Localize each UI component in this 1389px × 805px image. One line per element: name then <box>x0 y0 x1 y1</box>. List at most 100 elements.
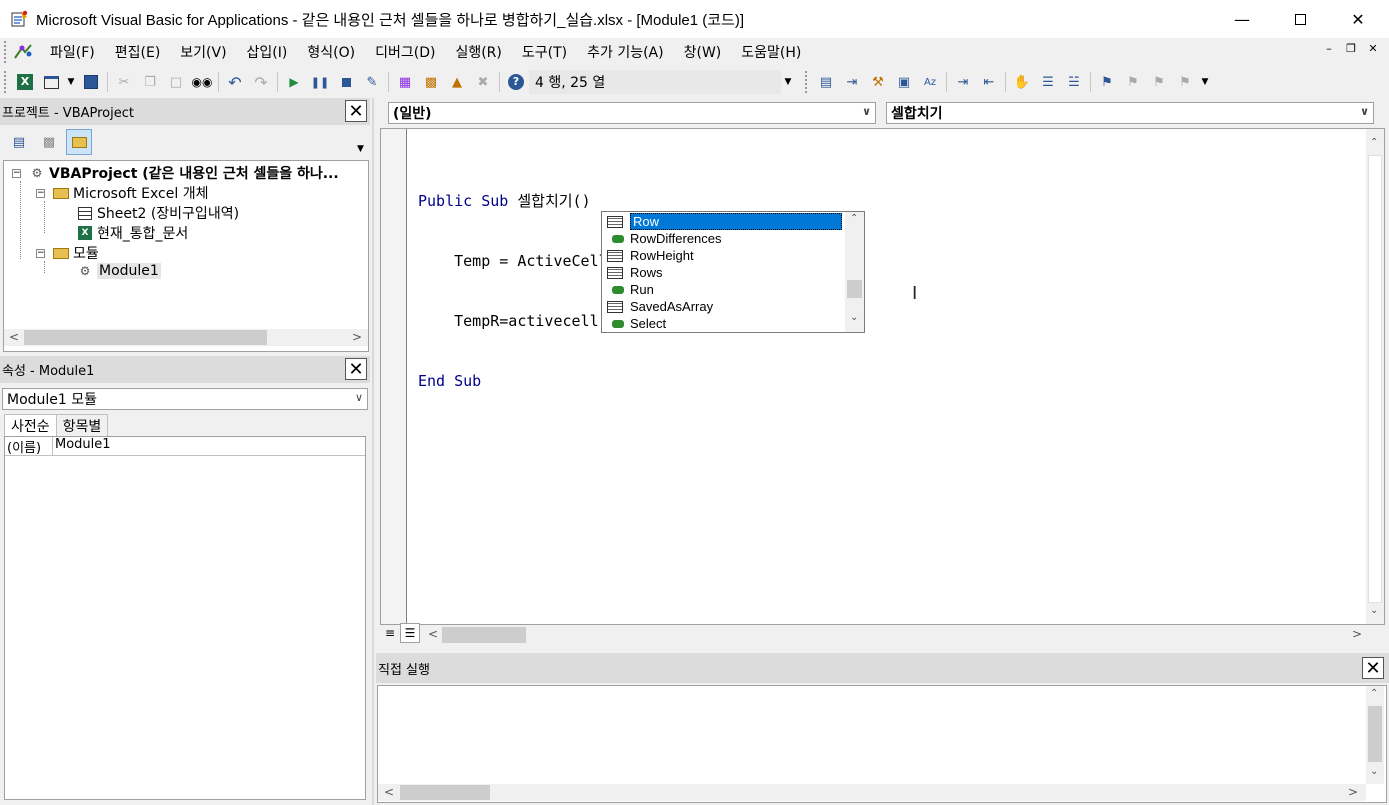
properties-row[interactable]: (이름) Module1 <box>5 437 365 456</box>
scroll-up-icon[interactable]: ⌃ <box>850 213 858 224</box>
menu-addins[interactable]: 추가 기능(A) <box>577 42 673 62</box>
maximize-button[interactable] <box>1271 0 1329 38</box>
scrollbar-track[interactable] <box>1368 155 1382 603</box>
complete-word-button[interactable]: Aᴢ <box>917 69 943 95</box>
toolbox-button[interactable]: ✖ <box>470 69 496 95</box>
autocomplete-item[interactable]: Rows <box>604 264 844 281</box>
help-button[interactable]: ? <box>503 69 529 95</box>
immediate-vscrollbar[interactable]: ⌃ ⌄ <box>1366 686 1384 784</box>
insert-dropdown-button[interactable]: ▼ <box>64 69 78 95</box>
run-button[interactable]: ▶ <box>281 69 307 95</box>
menu-edit[interactable]: 편집(E) <box>105 42 171 62</box>
project-explorer-button[interactable]: ▦ <box>392 69 418 95</box>
object-browser-button[interactable]: ▲ <box>444 69 470 95</box>
immediate-hscrollbar[interactable]: < > <box>378 784 1366 801</box>
autocomplete-list[interactable]: Row RowDifferences RowHeight Rows Run Sa… <box>601 211 865 333</box>
object-combo[interactable]: (일반) ∨ <box>388 102 876 124</box>
clear-bookmarks-button[interactable]: ⚑ <box>1172 69 1198 95</box>
scroll-down-icon[interactable]: ⌄ <box>1370 766 1378 777</box>
break-button[interactable]: ❚❚ <box>307 69 333 95</box>
insert-userform-button[interactable] <box>38 69 64 95</box>
project-tree-hscrollbar[interactable]: < > <box>4 329 368 346</box>
mdi-restore-button[interactable]: ❐ <box>1340 42 1362 55</box>
toggle-bookmark-button[interactable]: ⚑ <box>1094 69 1120 95</box>
menubar-grip[interactable] <box>4 41 8 63</box>
autocomplete-item[interactable]: SavedAsArray <box>604 298 844 315</box>
scrollbar-thumb[interactable] <box>1368 706 1382 762</box>
properties-pane-close-button[interactable]: ✕ <box>345 358 367 380</box>
menu-file[interactable]: 파일(F) <box>40 42 105 62</box>
autocomplete-item[interactable]: Row <box>604 213 844 230</box>
scroll-down-icon[interactable]: ⌄ <box>850 312 858 323</box>
tree-collapse-icon[interactable]: − <box>36 249 45 258</box>
toolbar-grip[interactable] <box>4 71 8 93</box>
tree-collapse-icon[interactable]: − <box>36 189 45 198</box>
properties-object-select[interactable]: Module1 모듈 ∨ <box>2 388 368 410</box>
scrollbar-thumb[interactable] <box>847 280 862 298</box>
edit-toolbar-overflow-button[interactable]: ▼ <box>1198 69 1212 95</box>
menu-view[interactable]: 보기(V) <box>170 42 236 62</box>
margin-indicator-bar[interactable] <box>381 129 407 624</box>
quick-info-button[interactable]: ⚒ <box>865 69 891 95</box>
cut-button[interactable]: ✂ <box>111 69 137 95</box>
menu-insert[interactable]: 삽입(I) <box>237 42 298 62</box>
toggle-folders-button[interactable] <box>66 129 92 155</box>
autocomplete-scrollbar[interactable]: ⌃ ⌄ <box>845 212 864 332</box>
comment-block-button[interactable]: ☰ <box>1035 69 1061 95</box>
view-excel-button[interactable]: X <box>12 69 38 95</box>
paste-button[interactable]: □ <box>163 69 189 95</box>
scroll-left-icon[interactable]: < <box>9 330 19 344</box>
tree-node-excel-objects[interactable]: Microsoft Excel 개체 <box>52 183 208 203</box>
immediate-pane-close-button[interactable]: ✕ <box>1362 657 1384 679</box>
autocomplete-item[interactable]: Run <box>604 281 844 298</box>
immediate-input[interactable]: ⌃ ⌄ < > <box>377 685 1387 803</box>
tree-node-sheet2[interactable]: Sheet2 (장비구입내역) <box>76 203 239 223</box>
scroll-left-icon[interactable]: < <box>428 627 438 641</box>
autocomplete-item[interactable]: RowHeight <box>604 247 844 264</box>
copy-button[interactable]: ❐ <box>137 69 163 95</box>
edit-toolbar-grip[interactable] <box>805 71 809 93</box>
scroll-left-icon[interactable]: < <box>384 785 394 799</box>
project-pane-close-button[interactable]: ✕ <box>345 100 367 122</box>
redo-button[interactable]: ↷ <box>248 69 274 95</box>
properties-window-button[interactable]: ▩ <box>418 69 444 95</box>
project-pane-scroll-down-icon[interactable]: ▼ <box>357 144 364 154</box>
toolbar-overflow-button[interactable]: ▼ <box>781 69 795 95</box>
undo-button[interactable]: ↶ <box>222 69 248 95</box>
find-button[interactable]: ◉◉ <box>189 69 215 95</box>
scroll-right-icon[interactable]: > <box>1352 627 1362 641</box>
indent-button[interactable]: ⇥ <box>950 69 976 95</box>
menu-window[interactable]: 창(W) <box>674 42 732 62</box>
pane-splitter[interactable] <box>372 98 374 805</box>
view-object-button[interactable]: ▩ <box>36 129 62 155</box>
menu-debug[interactable]: 디버그(D) <box>365 42 445 62</box>
vba-menu-icon[interactable] <box>12 42 34 62</box>
autocomplete-item[interactable]: RowDifferences <box>604 230 844 247</box>
scroll-down-icon[interactable]: ⌄ <box>1370 605 1378 616</box>
menu-help[interactable]: 도움말(H) <box>731 42 811 62</box>
next-bookmark-button[interactable]: ⚑ <box>1120 69 1146 95</box>
full-module-view-button[interactable]: ☰ <box>400 623 420 643</box>
tab-categorized[interactable]: 항목별 <box>56 414 109 437</box>
toggle-breakpoint-button[interactable]: ✋ <box>1009 69 1035 95</box>
parameter-info-button[interactable]: ▣ <box>891 69 917 95</box>
mdi-minimize-button[interactable]: – <box>1318 42 1340 55</box>
tree-collapse-icon[interactable]: − <box>12 169 21 178</box>
list-properties-button[interactable]: ▤ <box>813 69 839 95</box>
tree-node-modules[interactable]: 모듈 <box>52 243 99 263</box>
scrollbar-thumb[interactable] <box>442 627 526 643</box>
tab-alphabetic[interactable]: 사전순 <box>4 414 57 437</box>
mdi-close-button[interactable]: ✕ <box>1362 42 1384 55</box>
scrollbar-thumb[interactable] <box>24 330 267 345</box>
scroll-right-icon[interactable]: > <box>1348 785 1358 799</box>
reset-button[interactable] <box>333 69 359 95</box>
scroll-up-icon[interactable]: ⌃ <box>1370 688 1378 699</box>
procedure-view-button[interactable]: ≡ <box>380 623 400 643</box>
tree-node-vbaproject[interactable]: ⚙ VBAProject (같은 내용인 근처 셀들을 하나... <box>28 163 339 183</box>
minimize-button[interactable]: — <box>1213 0 1271 38</box>
tree-node-module1[interactable]: ⚙ Module1 <box>76 263 161 279</box>
tree-node-workbook[interactable]: X 현재_통합_문서 <box>76 223 188 243</box>
menu-run[interactable]: 실행(R) <box>445 42 511 62</box>
autocomplete-item[interactable]: Select <box>604 315 844 332</box>
code-editor[interactable]: Public Sub 셀합치기() Temp = ActiveCell Temp… <box>380 128 1385 625</box>
